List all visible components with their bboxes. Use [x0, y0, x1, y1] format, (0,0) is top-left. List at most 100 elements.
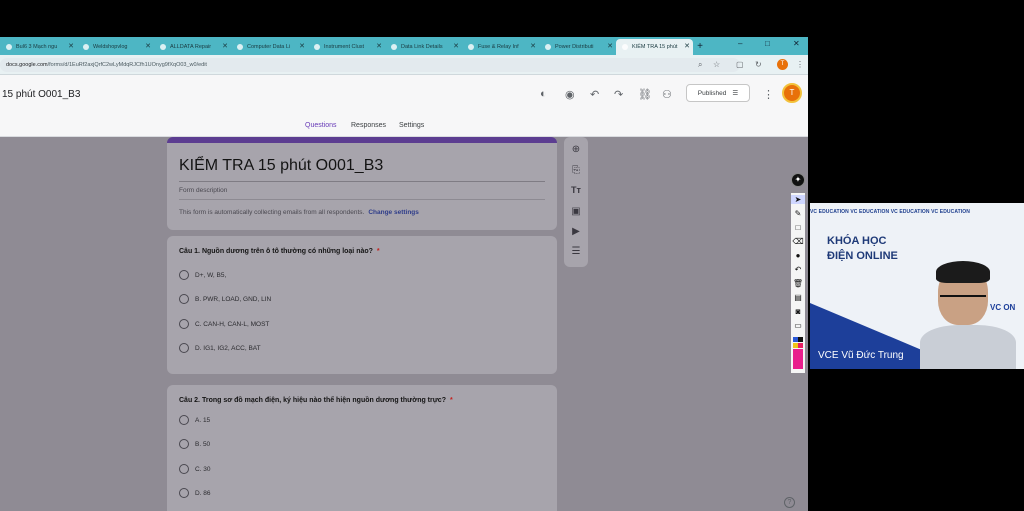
question-card[interactable]: Câu 1. Nguồn dương trên ô tô thường có n…: [167, 236, 557, 374]
tab-label: Power Distributi: [555, 44, 594, 50]
shape-icon[interactable]: □: [791, 223, 805, 232]
close-icon[interactable]: ✕: [376, 42, 382, 50]
browser-tab[interactable]: Power Distributi ✕: [539, 39, 616, 55]
presenter-shoulders: [920, 325, 1016, 369]
undo-icon[interactable]: ↶: [590, 88, 599, 101]
option-label: B. PWR, LOAD, GND, LIN: [195, 295, 272, 303]
radio-circle-icon[interactable]: [179, 464, 189, 474]
form-description-field[interactable]: Form description: [179, 187, 227, 194]
add-title-icon[interactable]: Tт: [570, 185, 582, 195]
tab-settings[interactable]: Settings: [399, 122, 424, 129]
tab-questions[interactable]: Questions: [305, 122, 337, 129]
browser-tab-active[interactable]: KIỂM TRA 15 phút ✕: [616, 39, 693, 55]
close-window-button[interactable]: ✕: [793, 39, 800, 48]
radio-option[interactable]: D. 86: [179, 488, 211, 498]
radio-option[interactable]: B. 50: [179, 439, 210, 449]
radio-option[interactable]: D. IG1, IG2, ACC, BAT: [179, 343, 261, 353]
favicon-icon: [391, 44, 397, 50]
favicon-icon: [468, 44, 474, 50]
form-title[interactable]: KIỂM TRA 15 phút O001_B3: [179, 157, 383, 175]
form-header-card[interactable]: KIỂM TRA 15 phút O001_B3 Form descriptio…: [167, 137, 557, 230]
radio-circle-icon[interactable]: [179, 270, 189, 280]
avatar[interactable]: T: [782, 83, 802, 103]
bookmark-star-icon[interactable]: ☆: [713, 60, 720, 69]
pen-icon[interactable]: ✎: [791, 209, 805, 218]
browser-tab[interactable]: Bul6 3 Mạch ngu ✕: [0, 39, 77, 55]
radio-circle-icon[interactable]: [179, 343, 189, 353]
color-swatch-pink[interactable]: [798, 343, 803, 348]
browser-tab[interactable]: Computer Data Li ✕: [231, 39, 308, 55]
trash-icon[interactable]: 🗑: [791, 279, 805, 288]
preview-eye-icon[interactable]: ◉: [565, 88, 575, 101]
option-label: C. 30: [195, 465, 211, 473]
email-collection-note: This form is automatically collecting em…: [179, 209, 419, 216]
maximize-button[interactable]: □: [765, 39, 770, 48]
new-tab-button[interactable]: +: [693, 39, 707, 55]
link-icon[interactable]: ⛓: [638, 88, 652, 101]
add-video-icon[interactable]: ▶: [570, 226, 582, 237]
tab-label: Instrument Clust: [324, 44, 365, 50]
zoom-icon[interactable]: ⌕: [698, 60, 702, 70]
clipboard-icon[interactable]: ▭: [791, 321, 805, 330]
add-section-icon[interactable]: ☰: [570, 246, 582, 257]
add-collaborator-icon[interactable]: ⚇: [662, 88, 672, 101]
eraser-icon[interactable]: ⌫: [791, 237, 805, 246]
radio-circle-icon[interactable]: [179, 294, 189, 304]
forms-header: 15 phút O001_B3 ◐ ◉ ↶ ↷ ⛓ ⚇ Published ☰ ⋮…: [0, 75, 808, 137]
menu-dots-icon[interactable]: ⋮: [796, 60, 804, 69]
radio-circle-icon[interactable]: [179, 319, 189, 329]
close-icon[interactable]: ✕: [607, 42, 613, 50]
browser-tab[interactable]: ALLDATA Repair ✕: [154, 39, 231, 55]
radio-option[interactable]: D+, W, B5,: [179, 270, 226, 280]
dot-icon[interactable]: ●: [791, 251, 805, 260]
document-title[interactable]: 15 phút O001_B3: [2, 89, 80, 100]
close-icon[interactable]: ✕: [684, 42, 690, 50]
close-icon[interactable]: ✕: [299, 42, 305, 50]
import-questions-icon[interactable]: ⎘: [570, 165, 582, 176]
redo-icon[interactable]: ↷: [614, 88, 623, 101]
radio-option[interactable]: C. 30: [179, 464, 211, 474]
board-icon[interactable]: ▤: [791, 293, 805, 302]
cursor-icon[interactable]: ➤: [791, 195, 805, 204]
close-icon[interactable]: ✕: [222, 42, 228, 50]
browser-tab[interactable]: Data Link Details ✕: [385, 39, 462, 55]
tab-label: Computer Data Li: [247, 44, 291, 50]
camera-icon[interactable]: ◙: [791, 307, 805, 316]
close-icon[interactable]: ✕: [145, 42, 151, 50]
browser-tab[interactable]: Fuse & Relay Inf ✕: [462, 39, 539, 55]
palette-icon[interactable]: ◐: [540, 88, 547, 100]
profile-avatar[interactable]: T: [777, 59, 788, 70]
close-icon[interactable]: ✕: [68, 42, 74, 50]
color-swatch-black[interactable]: [798, 337, 803, 342]
more-options-icon[interactable]: ⋮: [763, 88, 774, 101]
add-question-icon[interactable]: ⊕: [570, 144, 582, 155]
radio-circle-icon[interactable]: [179, 415, 189, 425]
url-host: docs.google.com: [6, 62, 48, 68]
radio-circle-icon[interactable]: [179, 439, 189, 449]
webcam-headline: ĐIỆN ONLINE: [827, 250, 898, 262]
change-settings-link[interactable]: Change settings: [368, 209, 419, 216]
radio-circle-icon[interactable]: [179, 488, 189, 498]
browser-tab[interactable]: Weldshopvlog ✕: [77, 39, 154, 55]
question-card[interactable]: Câu 2. Trong sơ đồ mạch điện, ký hiệu nà…: [167, 385, 557, 511]
color-swatch-magenta[interactable]: [793, 349, 803, 369]
minimize-button[interactable]: –: [738, 39, 742, 48]
radio-option[interactable]: A. 15: [179, 415, 210, 425]
undo-annotation-icon[interactable]: ↶: [791, 265, 805, 274]
presenter-glasses: [940, 295, 986, 305]
help-icon[interactable]: ?: [784, 497, 795, 508]
browser-tab[interactable]: Instrument Clust ✕: [308, 39, 385, 55]
radio-option[interactable]: B. PWR, LOAD, GND, LIN: [179, 294, 271, 304]
webcam-headline: KHÓA HỌC: [827, 235, 887, 247]
lightbulb-icon[interactable]: ✦: [791, 173, 805, 187]
extensions-icon[interactable]: ▢: [736, 60, 744, 69]
add-image-icon[interactable]: ▣: [570, 206, 582, 217]
radio-option[interactable]: C. CAN-H, CAN-L, MOST: [179, 319, 269, 329]
reload-icon[interactable]: ↻: [755, 60, 762, 69]
address-bar[interactable]: docs.google.com/forms/d/1EuRf2axjQrfC2wL…: [0, 58, 740, 72]
published-button[interactable]: Published ☰: [686, 84, 750, 102]
tab-responses[interactable]: Responses: [351, 122, 386, 129]
tab-label: Data Link Details: [401, 44, 443, 50]
close-icon[interactable]: ✕: [530, 42, 536, 50]
close-icon[interactable]: ✕: [453, 42, 459, 50]
